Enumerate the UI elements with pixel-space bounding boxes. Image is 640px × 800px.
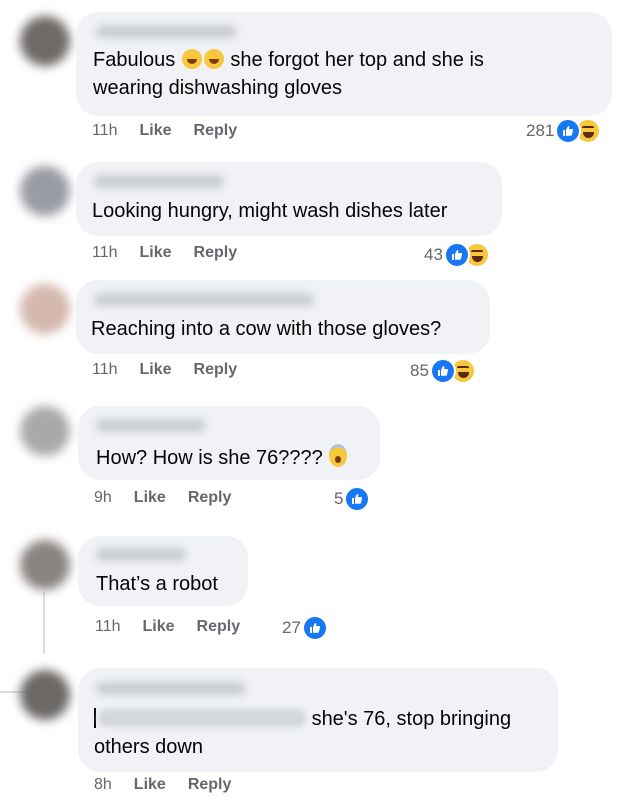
comment-text: That’s a robot bbox=[96, 573, 218, 595]
rolling-laughing-icon bbox=[203, 49, 224, 69]
comment-text: How? How is she 76???? bbox=[96, 447, 323, 469]
comment-bubble: Looking hungry, might wash dishes later bbox=[76, 162, 502, 236]
like-icon bbox=[429, 358, 456, 384]
thread-line bbox=[43, 592, 45, 654]
comment-text: she forgot her top and she is bbox=[230, 49, 484, 71]
like-button[interactable]: Like bbox=[134, 776, 166, 793]
comment-text: she's 76, stop bringing bbox=[311, 708, 512, 730]
reply-button[interactable]: Reply bbox=[188, 489, 232, 506]
like-button[interactable]: Like bbox=[140, 361, 172, 378]
like-icon bbox=[555, 118, 582, 144]
comment-text: Reaching into a cow with those gloves? bbox=[91, 318, 442, 340]
comment-text: wearing dishwashing gloves bbox=[93, 77, 343, 99]
reply-button[interactable]: Reply bbox=[188, 776, 232, 793]
commenter-name[interactable] bbox=[94, 175, 224, 188]
like-icon bbox=[344, 486, 371, 512]
comment-meta: 8h Like Reply bbox=[94, 776, 231, 794]
comment-meta: 11h Like Reply bbox=[92, 122, 237, 140]
comment-bubble: she's 76, stop bringing others down bbox=[78, 668, 558, 772]
avatar[interactable] bbox=[20, 166, 70, 216]
avatar[interactable] bbox=[20, 284, 70, 334]
reaction-count[interactable]: 5 bbox=[334, 486, 371, 512]
comment-meta: 9h Like Reply bbox=[94, 489, 231, 507]
commenter-name[interactable] bbox=[96, 548, 186, 561]
avatar[interactable] bbox=[20, 670, 70, 720]
halo-face-icon bbox=[329, 444, 348, 467]
commenter-name[interactable] bbox=[96, 25, 236, 38]
comment-bubble: How? How is she 76???? bbox=[78, 406, 380, 480]
like-button[interactable]: Like bbox=[140, 122, 172, 139]
reaction-count[interactable]: 281 bbox=[526, 118, 602, 144]
commenter-name[interactable] bbox=[94, 293, 314, 306]
avatar[interactable] bbox=[20, 540, 70, 590]
reaction-count[interactable]: 85 bbox=[410, 358, 476, 384]
comment-text: Looking hungry, might wash dishes later bbox=[92, 200, 448, 222]
reply-button[interactable]: Reply bbox=[197, 618, 241, 635]
rolling-laughing-icon bbox=[181, 49, 202, 69]
timestamp[interactable]: 8h bbox=[94, 776, 112, 793]
comment-bubble: That’s a robot bbox=[78, 536, 248, 606]
comment-meta: 11h Like Reply bbox=[92, 244, 237, 262]
text-cursor bbox=[94, 708, 96, 728]
comment-meta: 11h Like Reply bbox=[92, 361, 237, 379]
like-button[interactable]: Like bbox=[143, 618, 175, 635]
reaction-count[interactable]: 27 bbox=[282, 615, 328, 641]
commenter-name[interactable] bbox=[96, 419, 206, 432]
like-icon bbox=[443, 242, 470, 268]
comment-text: Fabulous bbox=[93, 49, 176, 71]
reply-button[interactable]: Reply bbox=[194, 244, 238, 261]
like-button[interactable]: Like bbox=[134, 489, 166, 506]
comment-bubble: Fabulous she forgot her top and she is w… bbox=[76, 12, 612, 116]
comment-text: others down bbox=[94, 736, 203, 758]
avatar[interactable] bbox=[20, 406, 70, 456]
reply-button[interactable]: Reply bbox=[194, 361, 238, 378]
reply-button[interactable]: Reply bbox=[194, 122, 238, 139]
timestamp[interactable]: 9h bbox=[94, 489, 112, 506]
commenter-name[interactable] bbox=[96, 682, 246, 695]
comment-meta: 11h Like Reply bbox=[95, 618, 240, 636]
reaction-count[interactable]: 43 bbox=[424, 242, 490, 268]
mentioned-user-tag[interactable] bbox=[98, 709, 306, 727]
timestamp[interactable]: 11h bbox=[92, 361, 118, 378]
timestamp[interactable]: 11h bbox=[92, 122, 118, 139]
avatar[interactable] bbox=[20, 16, 70, 66]
like-button[interactable]: Like bbox=[140, 244, 172, 261]
timestamp[interactable]: 11h bbox=[95, 618, 121, 635]
comment-bubble: Reaching into a cow with those gloves? bbox=[76, 280, 490, 354]
timestamp[interactable]: 11h bbox=[92, 244, 118, 261]
like-icon bbox=[301, 615, 328, 641]
